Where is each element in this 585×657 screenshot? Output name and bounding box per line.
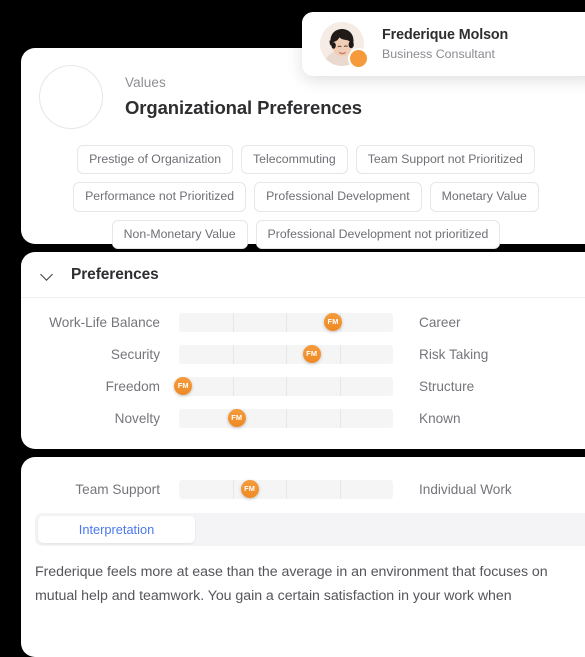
interpretation-preference-rows: Team Support FM Individual Work bbox=[21, 473, 585, 505]
value-chip[interactable]: Telecommuting bbox=[241, 145, 348, 175]
chevron-down-icon[interactable] bbox=[41, 268, 55, 282]
track-segment-divider bbox=[286, 408, 287, 428]
preference-slider-track[interactable]: FM bbox=[179, 312, 393, 332]
profile-text-block: Frederique Molson Business Consultant bbox=[382, 26, 508, 63]
interpretation-card: Team Support FM Individual Work Interpreta… bbox=[21, 457, 585, 657]
preference-rows: Work-Life Balance FM Career Security FM Risk … bbox=[21, 306, 585, 434]
preference-left-label: Team Support bbox=[75, 481, 160, 497]
track-segment-divider bbox=[232, 376, 234, 396]
profile-popup-card[interactable]: Frederique Molson Business Consultant bbox=[302, 12, 585, 76]
preference-row: Freedom FM Structure bbox=[21, 370, 585, 402]
track-segment-divider bbox=[286, 479, 287, 499]
preferences-section-header[interactable]: Preferences bbox=[21, 252, 585, 298]
preference-left-label: Novelty bbox=[114, 410, 160, 426]
track-segment-divider bbox=[339, 344, 341, 364]
preference-marker[interactable]: FM bbox=[240, 480, 259, 498]
value-chip[interactable]: Non-Monetary Value bbox=[111, 219, 248, 249]
value-chip[interactable]: Professional Development bbox=[254, 182, 422, 212]
preference-right-label: Individual Work bbox=[419, 481, 512, 497]
values-header-card: Values Organizational Preferences Presti… bbox=[21, 48, 585, 249]
preference-right-label: Risk Taking bbox=[419, 346, 489, 362]
values-chip-list: Prestige of Organization Telecommuting Tea… bbox=[36, 145, 576, 249]
preference-marker[interactable]: FM bbox=[302, 345, 321, 363]
preference-slider-track[interactable]: FM bbox=[179, 479, 393, 499]
track-segment-divider bbox=[286, 344, 287, 364]
profile-name: Frederique Molson bbox=[382, 26, 509, 43]
value-chip[interactable]: Monetary Value bbox=[429, 182, 539, 212]
app-background: Values Organizational Preferences Presti… bbox=[0, 0, 585, 657]
preferences-section-title: Preferences bbox=[71, 265, 159, 283]
preference-row: Novelty FM Known bbox=[21, 402, 585, 434]
page-title: Organizational Preferences bbox=[125, 96, 362, 118]
track-segment-divider bbox=[232, 479, 234, 499]
preference-slider-track[interactable]: FM bbox=[179, 408, 393, 428]
track-segment-divider bbox=[232, 312, 234, 332]
value-chip[interactable]: Prestige of Organization bbox=[77, 145, 234, 175]
track-segment-divider bbox=[286, 376, 287, 396]
header-text-block: Values Organizational Preferences bbox=[125, 74, 362, 119]
preference-left-label: Security bbox=[110, 346, 160, 362]
status-badge-icon bbox=[350, 50, 367, 67]
preference-marker[interactable]: FM bbox=[174, 377, 193, 395]
track-segment-divider bbox=[286, 312, 287, 332]
track-segment-divider bbox=[339, 408, 341, 428]
track-segment-divider bbox=[232, 344, 234, 364]
preference-slider-track[interactable]: FM bbox=[174, 376, 393, 396]
value-chip[interactable]: Team Support not Prioritized bbox=[355, 145, 535, 175]
interpretation-body-text: Frederique feels more at ease than the a… bbox=[35, 564, 548, 604]
value-chip[interactable]: Performance not Prioritized bbox=[73, 182, 247, 212]
avatar-placeholder-icon bbox=[39, 65, 103, 129]
preference-slider-track[interactable]: FM bbox=[179, 344, 393, 364]
header-eyebrow: Values bbox=[125, 75, 166, 91]
interpretation-tabbar: Interpretation bbox=[35, 513, 585, 546]
preferences-card: Preferences Work-Life Balance FM Career Sec… bbox=[21, 252, 585, 449]
preference-right-label: Structure bbox=[419, 378, 475, 394]
preference-row: Work-Life Balance FM Career bbox=[21, 306, 585, 338]
preference-right-label: Known bbox=[419, 410, 461, 426]
value-chip[interactable]: Professional Development not prioritized bbox=[255, 219, 501, 249]
preference-row: Team Support FM Individual Work bbox=[21, 473, 585, 505]
profile-role: Business Consultant bbox=[382, 47, 495, 62]
track-segment-divider bbox=[339, 376, 341, 396]
preference-row: Security FM Risk Taking bbox=[21, 338, 585, 370]
preference-marker[interactable]: FM bbox=[324, 313, 343, 331]
preference-marker[interactable]: FM bbox=[227, 409, 246, 427]
preference-left-label: Work-Life Balance bbox=[49, 314, 160, 330]
track-segment-divider bbox=[339, 479, 341, 499]
preference-right-label: Career bbox=[419, 314, 461, 330]
tab-interpretation[interactable]: Interpretation bbox=[38, 516, 195, 543]
avatar bbox=[320, 22, 367, 67]
preference-left-label: Freedom bbox=[105, 378, 160, 394]
